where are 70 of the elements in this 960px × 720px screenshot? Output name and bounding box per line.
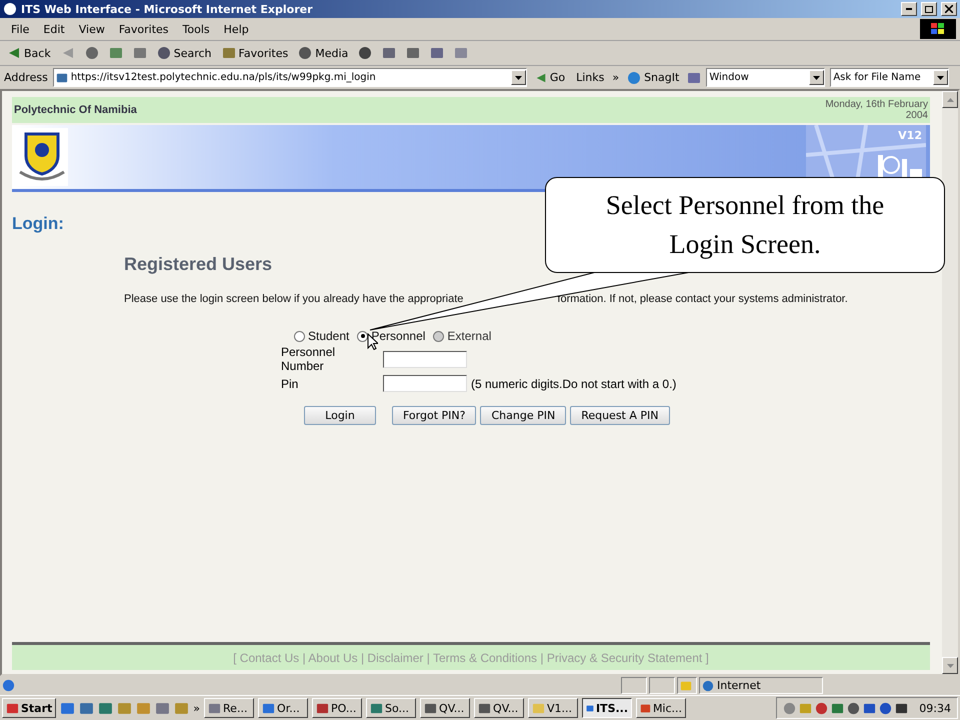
menu-item[interactable]: File: [4, 22, 36, 36]
taskbar-button[interactable]: QV...: [474, 698, 524, 718]
scroll-down-icon: [946, 664, 954, 668]
window-title: ITS Web Interface - Microsoft Internet Explorer: [21, 2, 314, 16]
taskbar-button[interactable]: PO...: [312, 698, 362, 718]
page-icon: [56, 72, 68, 84]
menu-item[interactable]: Help: [216, 22, 256, 36]
taskbar-button[interactable]: Mic...: [636, 698, 686, 718]
taskbar-button[interactable]: ITS...: [582, 698, 632, 718]
taskbar-button[interactable]: V1...: [528, 698, 578, 718]
back-arrow-icon: [7, 46, 21, 60]
hint-text: (5 numeric digits.Do not start with a 0.): [471, 376, 676, 390]
form-button[interactable]: Forgot PIN?: [392, 406, 476, 425]
dropdown-arrow-icon: [937, 76, 944, 80]
media-button[interactable]: Media: [295, 45, 352, 61]
file-name-select[interactable]: Ask for File Name: [830, 68, 950, 87]
clock: 09:34: [919, 702, 951, 714]
menu-item[interactable]: Edit: [36, 22, 72, 36]
field-label: Pin: [281, 376, 300, 390]
windows-logo-icon: [920, 19, 956, 39]
menu-item[interactable]: Favorites: [112, 22, 176, 36]
status-pane: [621, 677, 647, 694]
minimize-button[interactable]: [901, 2, 917, 16]
field-label: Personnel Number: [281, 345, 336, 373]
restore-button[interactable]: [921, 2, 937, 16]
menu-item[interactable]: Tools: [176, 22, 217, 36]
close-button[interactable]: [941, 2, 957, 16]
date-text: Monday, 16th February 2004: [824, 99, 928, 121]
page-heading: Login:: [12, 214, 65, 234]
dropdown-arrow-icon: [813, 76, 820, 80]
user-type-radio[interactable]: Student: [294, 329, 350, 343]
more-links-icon[interactable]: »: [612, 71, 620, 84]
menu-item[interactable]: View: [72, 22, 112, 36]
version-label: V12: [898, 129, 922, 142]
taskbar-button[interactable]: QV...: [420, 698, 470, 718]
form-button[interactable]: Request A PIN: [570, 406, 670, 425]
close-icon: [945, 5, 953, 13]
address-label: Address: [4, 71, 48, 84]
window-select[interactable]: Window: [706, 68, 826, 87]
taskbar-button[interactable]: Re...: [204, 698, 254, 718]
go-arrow-icon: [534, 72, 547, 84]
dropdown-arrow-icon: [514, 76, 522, 80]
status-pane: [649, 677, 675, 694]
forward-arrow-icon: [60, 46, 75, 60]
form-button[interactable]: Change PIN: [480, 406, 566, 425]
minimize-icon: [906, 8, 912, 10]
crest-icon: [16, 128, 68, 186]
scroll-up-icon: [946, 98, 954, 102]
text-field[interactable]: [383, 375, 467, 392]
start-button[interactable]: Start: [2, 698, 56, 718]
restore-icon: [925, 6, 933, 12]
links-button[interactable]: Links: [573, 70, 608, 85]
intro-text: formation. If not, please contact your systems administrator.: [557, 293, 848, 305]
site-name: Polytechnic Of Namibia: [14, 104, 137, 116]
scrollbar[interactable]: [942, 91, 958, 674]
intro-text: Please use the login screen below if you already have the appropriate: [124, 293, 464, 305]
taskbar-button[interactable]: Or...: [258, 698, 308, 718]
snagit-button[interactable]: SnagIt: [624, 70, 682, 86]
form-button[interactable]: Login: [304, 406, 376, 425]
favorites-button[interactable]: Favorites: [218, 45, 292, 61]
more-icon[interactable]: »: [193, 702, 200, 714]
taskbar-button[interactable]: So...: [366, 698, 416, 718]
go-button[interactable]: Go: [532, 70, 568, 85]
address-field[interactable]: https://itsv12test.polytechnic.edu.na/pls/its/w99pkg.mi_login: [52, 68, 527, 87]
zone-pane: Internet: [699, 677, 823, 694]
text-field[interactable]: [383, 350, 467, 368]
callout-text: Select Personnel from the Login Screen.: [604, 189, 886, 261]
search-button[interactable]: Search: [154, 45, 215, 61]
section-heading: Registered Users: [124, 254, 274, 275]
back-button[interactable]: Back: [4, 45, 54, 61]
